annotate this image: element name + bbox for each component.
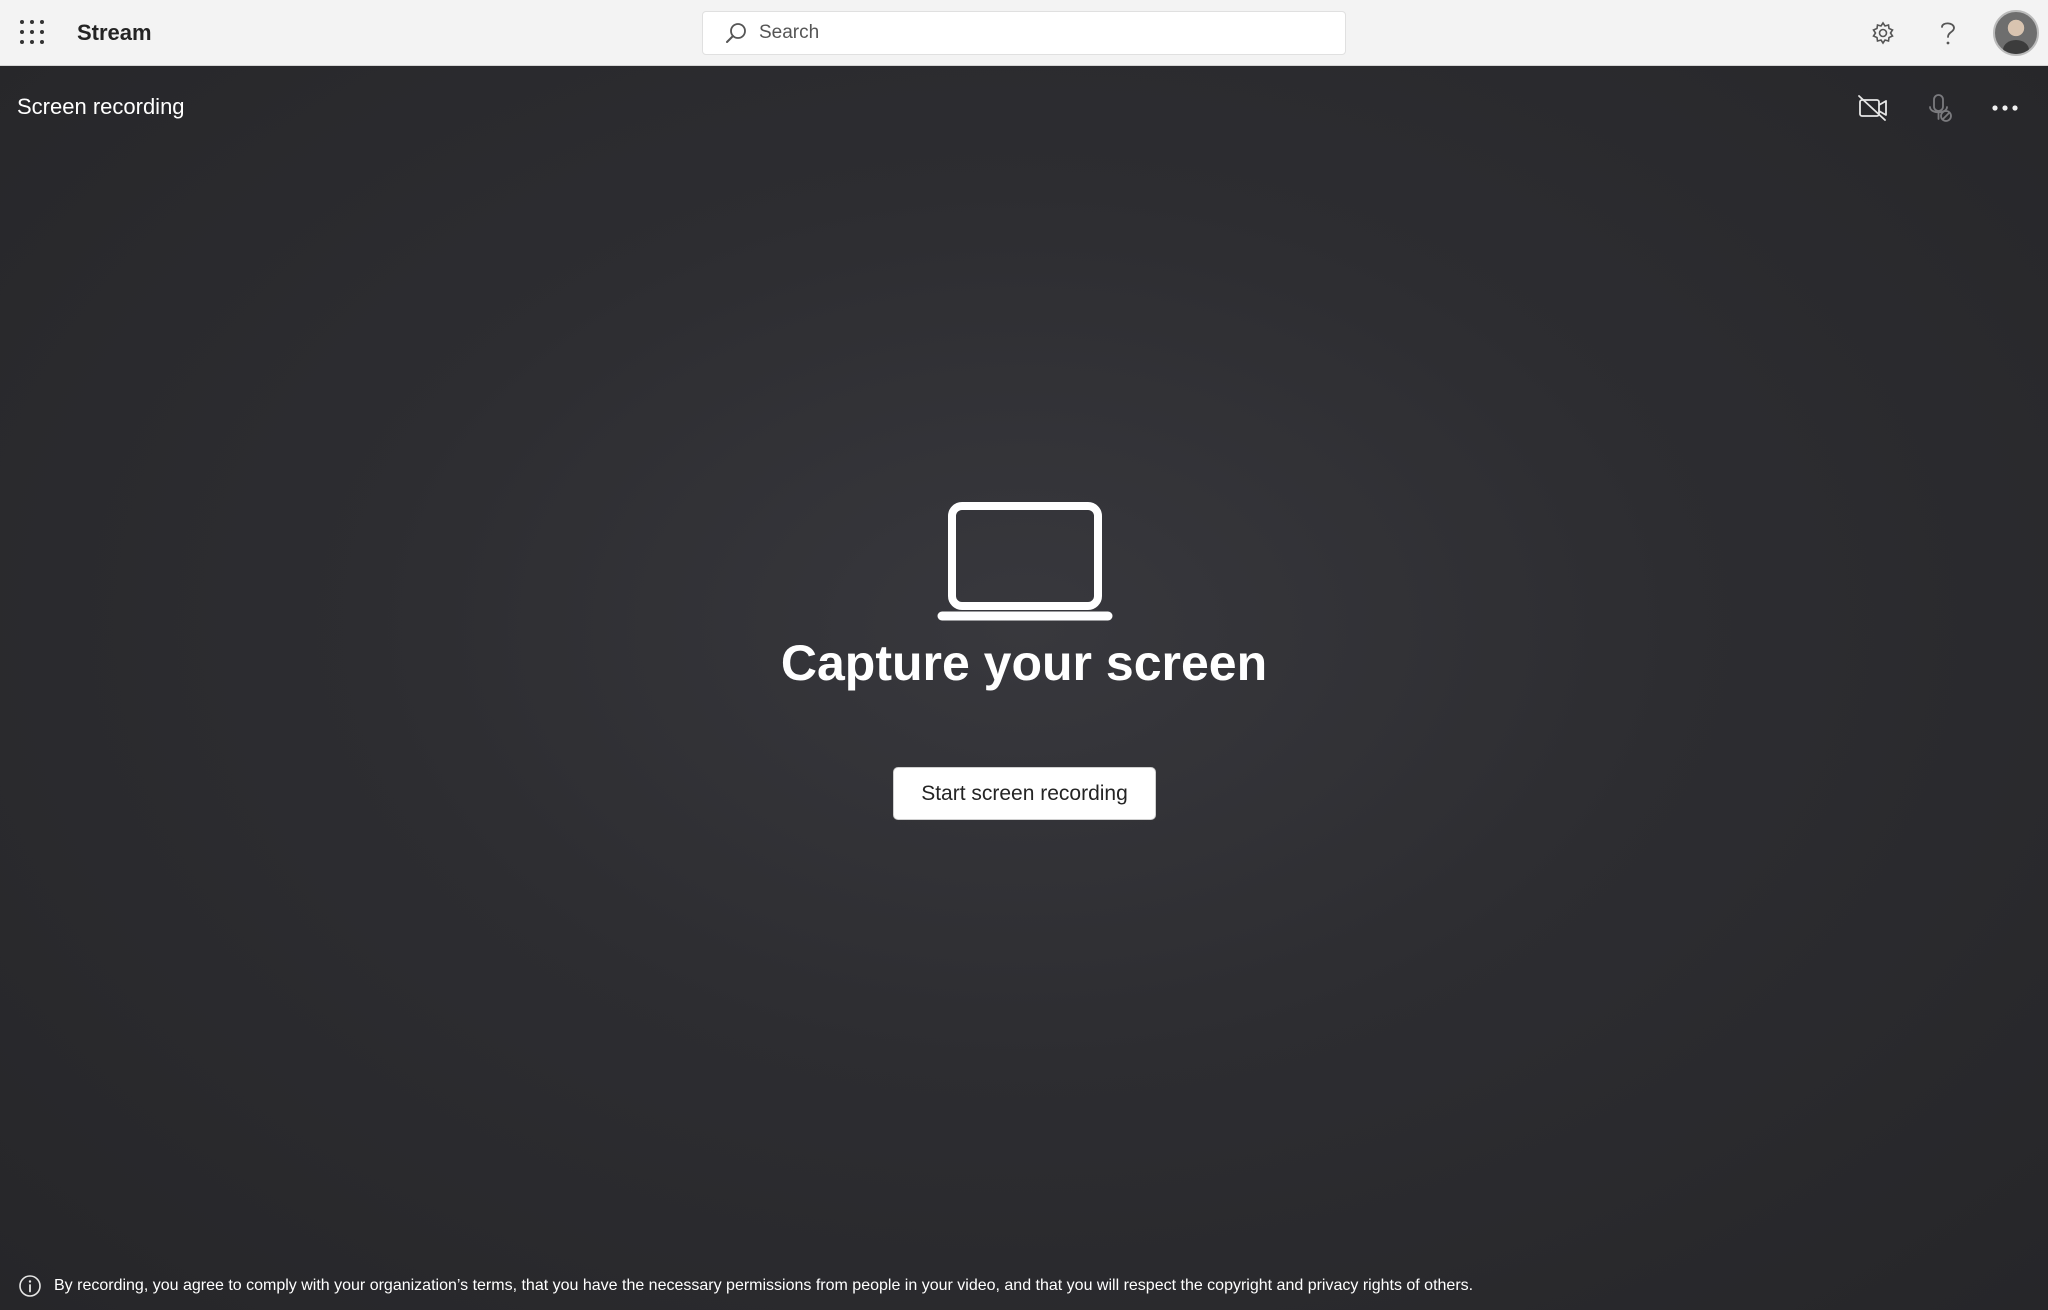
disclaimer-bar: By recording, you agree to comply with y… — [0, 1262, 2048, 1310]
more-icon[interactable] — [1987, 90, 2023, 126]
app-name[interactable]: Stream — [77, 20, 152, 46]
info-icon — [19, 1275, 41, 1297]
hero-title: Capture your screen — [780, 635, 1268, 691]
app-launcher-icon[interactable] — [20, 20, 46, 46]
top-bar: Stream — [0, 0, 2048, 66]
start-screen-recording-button[interactable]: Start screen recording — [893, 767, 1156, 820]
disclaimer-text: By recording, you agree to comply with y… — [54, 1277, 1474, 1294]
settings-icon[interactable] — [1867, 17, 1899, 49]
camera-off-icon[interactable] — [1855, 90, 1891, 126]
search-box[interactable] — [702, 11, 1346, 55]
mic-off-icon[interactable] — [1922, 90, 1958, 126]
help-icon[interactable] — [1932, 17, 1964, 49]
recording-stage: Screen recording Capture your screen Sta… — [0, 66, 2048, 1310]
laptop-icon — [937, 502, 1113, 621]
search-icon — [726, 23, 746, 43]
page-title: Screen recording — [17, 94, 185, 119]
search-input[interactable] — [759, 22, 1319, 44]
avatar[interactable] — [1993, 10, 2039, 56]
